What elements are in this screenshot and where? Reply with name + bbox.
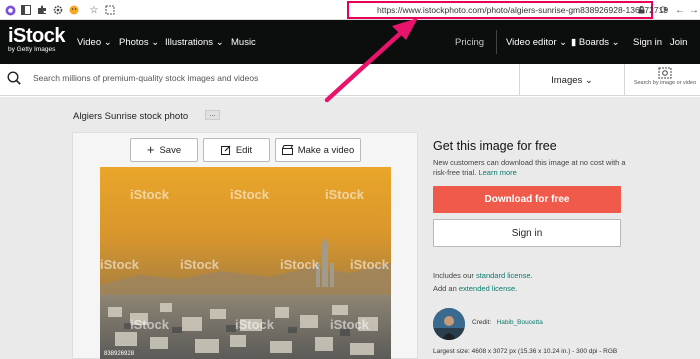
nav-video[interactable]: Video ⌄ [77, 37, 112, 48]
extended-license-info: Add an extended license. [433, 284, 518, 293]
bookmark-star-icon[interactable]: ☆ [88, 4, 100, 16]
chevron-down-icon: ⌄ [611, 37, 620, 48]
learn-more-link[interactable]: Learn more [478, 168, 516, 177]
credit-contributor-link[interactable]: Habib_Boucetta [497, 319, 543, 326]
nav-sign-in[interactable]: Sign in [633, 37, 662, 48]
chevron-down-icon: ⌄ [559, 37, 568, 48]
search-bar: Images ⌄ Search by image or video [0, 64, 700, 96]
plus-icon: + [146, 142, 155, 157]
logo-subtitle: by Getty Images [8, 46, 56, 53]
extensions-puzzle-icon[interactable] [36, 4, 48, 16]
add-prefix: Add an [433, 284, 457, 293]
watermark: iStock [100, 257, 140, 272]
nav-divider [496, 30, 497, 54]
lock-icon [638, 6, 645, 16]
address-bar[interactable]: https://www.istockphoto.com/photo/algier… [347, 1, 668, 19]
settings-gear-icon[interactable] [52, 4, 64, 16]
visual-search-button[interactable]: Search by image or video [632, 66, 698, 94]
page-title: Algiers Sunrise stock photo [73, 111, 189, 122]
boards-icon: ▮ [571, 37, 577, 48]
watermark: iStock [230, 187, 270, 202]
extended-license-link[interactable]: extended license [459, 284, 515, 293]
save-label: Save [159, 144, 182, 156]
main-content: Algiers Sunrise stock photo ... + Save E… [0, 97, 700, 359]
chevron-down-icon: ⌄ [103, 37, 112, 48]
save-button[interactable]: + Save [130, 138, 198, 162]
reload-icon[interactable]: ⟳ [658, 4, 670, 16]
back-arrow-icon[interactable]: ← [674, 4, 686, 16]
nav-boards-label: Boards [578, 37, 609, 48]
largest-size-info: Largest size: 4608 x 3072 px (15.36 x 10… [433, 348, 618, 355]
credit-line: Credit: Habib_Boucetta [472, 319, 543, 326]
nav-illustrations-label: Illustrations [165, 37, 214, 48]
standard-license-link[interactable]: standard license [476, 271, 531, 280]
address-bar-url: https://www.istockphoto.com/photo/algier… [377, 5, 669, 15]
extension-emoji-icon[interactable] [68, 4, 80, 16]
make-video-button[interactable]: Make a video [275, 138, 361, 162]
edit-label: Edit [235, 144, 253, 156]
chevron-down-icon: ⌄ [584, 74, 593, 86]
nav-video-editor-label: Video editor [506, 37, 557, 48]
nav-music[interactable]: Music [231, 37, 256, 48]
watermark: iStock [130, 187, 170, 202]
site-header: iStock by Getty Images Video ⌄ Photos ⌄ … [0, 20, 700, 64]
forward-arrow-icon[interactable]: → [688, 4, 700, 16]
stock-photo[interactable]: iStock iStock iStock iStock iStock iStoc… [100, 167, 391, 359]
browser-logo-icon[interactable] [4, 4, 16, 16]
nav-music-label: Music [231, 37, 256, 48]
page: ☆ https://www.istockphoto.com/photo/algi… [0, 0, 700, 359]
edit-pencil-icon [220, 145, 231, 155]
offer-description: New customers can download this image at… [433, 158, 633, 178]
nav-video-label: Video [77, 37, 102, 48]
search-icon[interactable] [7, 71, 21, 85]
photo-id-label: 838926928 [104, 351, 135, 357]
avatar-image [433, 308, 465, 340]
sign-in-button[interactable]: Sign in [433, 219, 621, 247]
camera-search-icon [658, 67, 672, 79]
watermark: iStock [350, 257, 390, 272]
search-input[interactable] [33, 73, 503, 83]
license-prefix: Includes our [433, 271, 474, 280]
istock-logo[interactable]: iStock by Getty Images [8, 25, 66, 53]
watermark: iStock [180, 257, 220, 272]
watermark: iStock [280, 257, 320, 272]
search-type-select[interactable]: Images ⌄ [519, 64, 625, 96]
nav-boards[interactable]: ▮ Boards ⌄ [571, 37, 620, 48]
nav-photos[interactable]: Photos ⌄ [119, 37, 159, 48]
watermark: iStock [235, 317, 275, 332]
nav-pricing[interactable]: Pricing [455, 37, 484, 48]
download-for-free-button[interactable]: Download for free [433, 186, 621, 213]
offer-title: Get this image for free [433, 139, 557, 153]
contributor-avatar[interactable] [433, 308, 465, 340]
image-panel: + Save Edit Make a video iStock iStock i… [72, 132, 418, 359]
chevron-down-icon: ⌄ [151, 37, 160, 48]
nav-photos-label: Photos [119, 37, 149, 48]
visual-search-label: Search by image or video [633, 80, 697, 86]
browser-toolbar: ☆ https://www.istockphoto.com/photo/algi… [0, 0, 700, 20]
watermark: iStock [325, 187, 365, 202]
offer-description-text: New customers can download this image at… [433, 158, 626, 177]
chevron-down-icon: ⌄ [215, 37, 224, 48]
nav-illustrations[interactable]: Illustrations ⌄ [165, 37, 224, 48]
credit-label: Credit: [472, 319, 492, 326]
more-options-button[interactable]: ... [205, 110, 220, 120]
logo-text: iStock [8, 25, 66, 47]
nav-join[interactable]: Join [670, 37, 687, 48]
watermark: iStock [330, 317, 370, 332]
search-type-label: Images [551, 74, 583, 86]
screenshot-icon[interactable] [104, 4, 116, 16]
license-info: Includes our standard license. [433, 271, 533, 280]
edit-button[interactable]: Edit [203, 138, 270, 162]
watermark: iStock [130, 317, 170, 332]
nav-video-editor[interactable]: Video editor ⌄ [506, 37, 567, 48]
sidebar-icon[interactable] [20, 4, 32, 16]
clapperboard-icon [281, 145, 293, 155]
make-video-label: Make a video [297, 144, 355, 156]
